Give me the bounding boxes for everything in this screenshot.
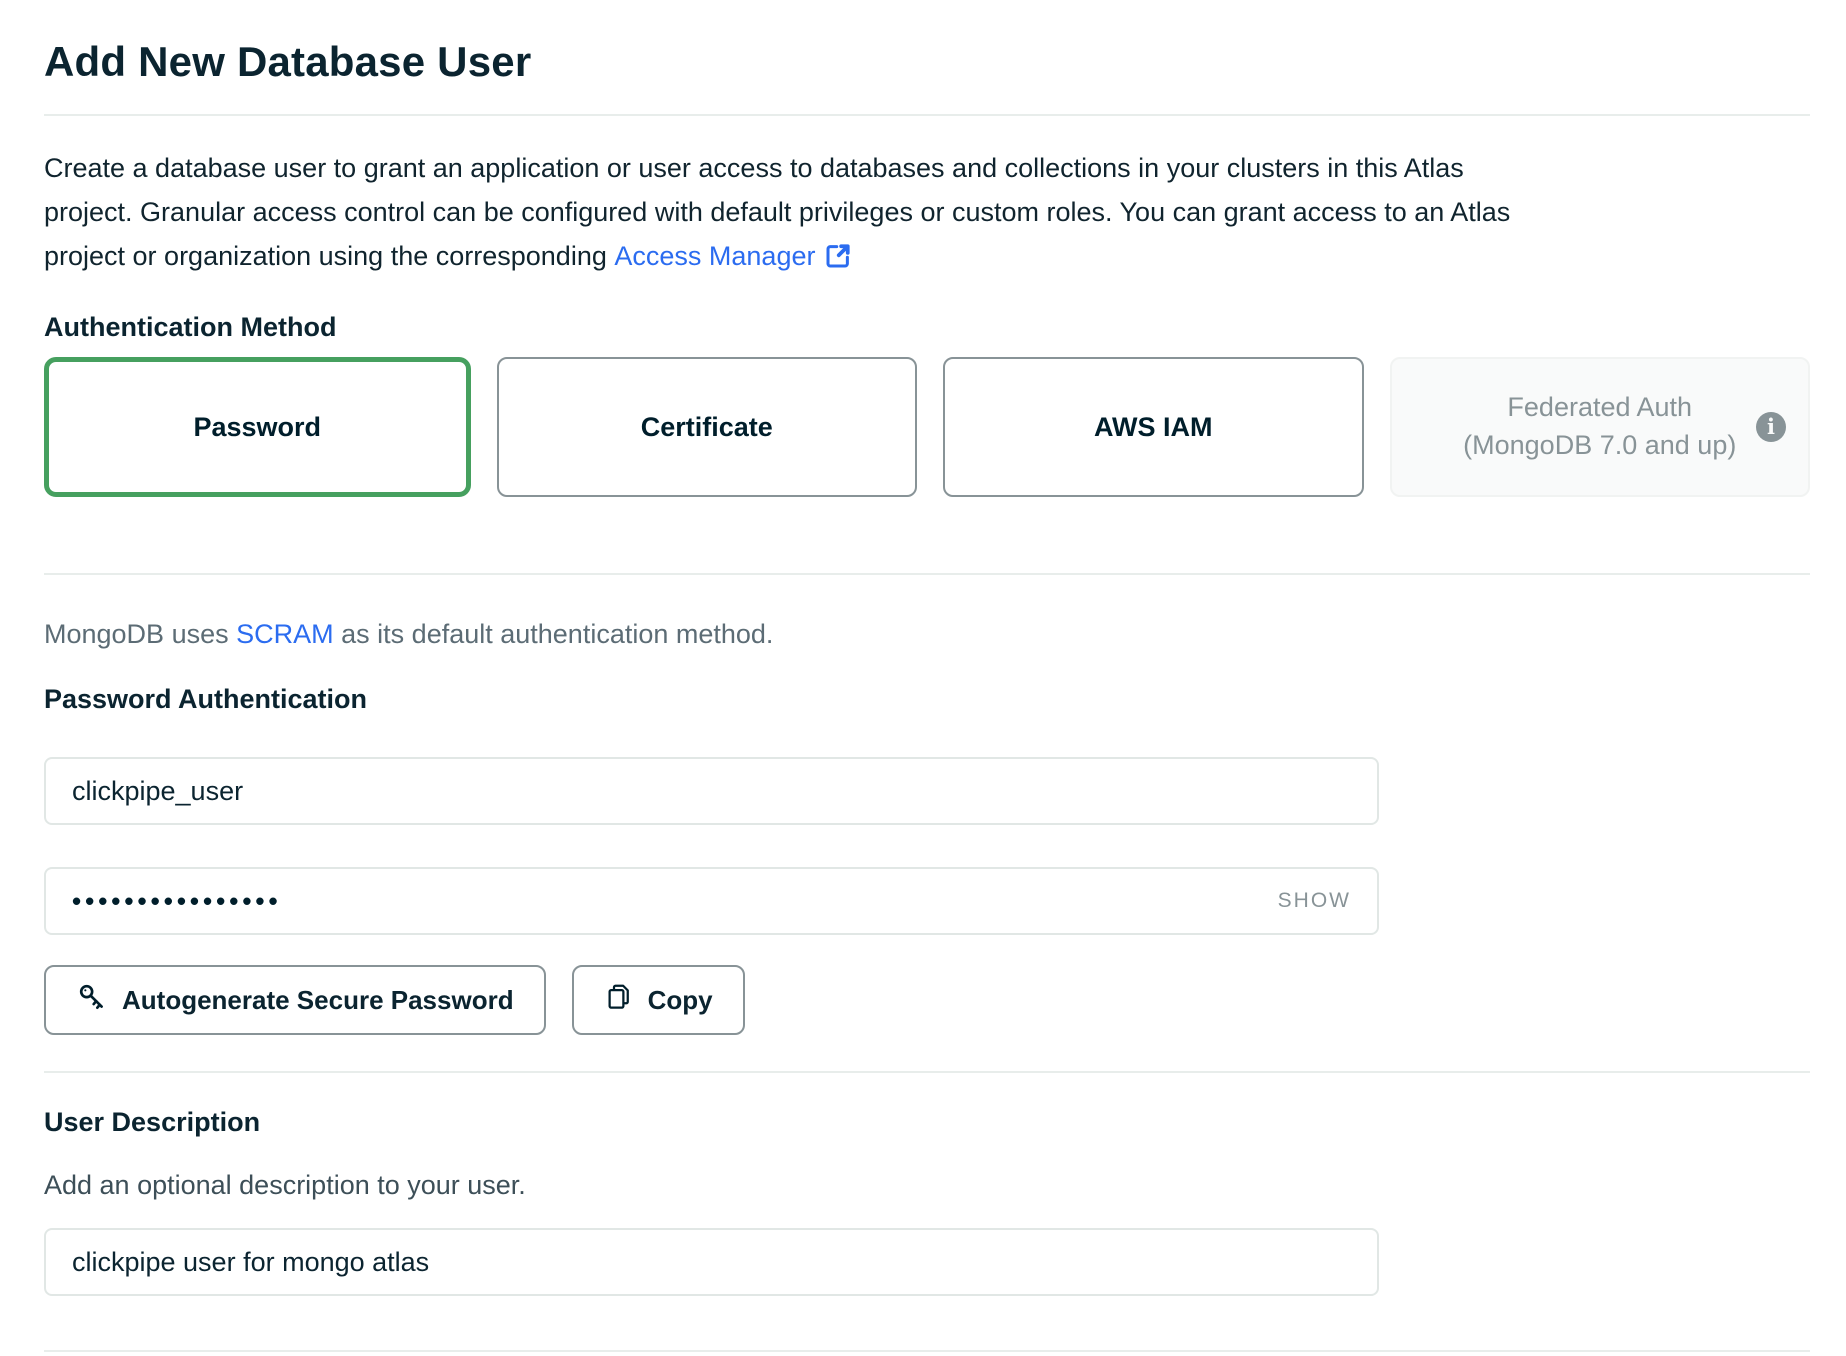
info-icon[interactable]: i xyxy=(1756,412,1786,442)
auth-option-federated-label-line1: Federated Auth xyxy=(1507,389,1692,427)
scram-note-after: as its default authentication method. xyxy=(341,619,773,649)
divider xyxy=(44,1071,1810,1073)
autogenerate-password-button[interactable]: Autogenerate Secure Password xyxy=(44,965,546,1035)
auth-option-aws-iam-label: AWS IAM xyxy=(1094,412,1213,443)
username-input[interactable]: clickpipe_user xyxy=(44,757,1379,825)
user-description-heading: User Description xyxy=(44,1107,1810,1138)
password-input[interactable]: •••••••••••••••• SHOW xyxy=(44,867,1379,935)
auth-option-aws-iam[interactable]: AWS IAM xyxy=(943,357,1364,497)
intro-line-2: project. Granular access control can be … xyxy=(44,190,1810,234)
autogenerate-password-label: Autogenerate Secure Password xyxy=(122,985,514,1016)
auth-method-options: Password Certificate AWS IAM Federated A… xyxy=(44,357,1810,497)
divider xyxy=(44,114,1810,116)
show-password-button[interactable]: SHOW xyxy=(1278,889,1351,913)
intro-line-1: Create a database user to grant an appli… xyxy=(44,146,1810,190)
scram-note-before: MongoDB uses xyxy=(44,619,229,649)
auth-option-certificate-label: Certificate xyxy=(641,412,773,443)
page-title: Add New Database User xyxy=(44,38,1810,86)
auth-option-federated-auth: Federated Auth (MongoDB 7.0 and up) i xyxy=(1390,357,1811,497)
password-auth-heading: Password Authentication xyxy=(44,684,1810,715)
add-database-user-form: Add New Database User Create a database … xyxy=(0,38,1846,1352)
auth-method-heading: Authentication Method xyxy=(44,312,1810,343)
scram-note: MongoDB uses SCRAM as its default authen… xyxy=(44,619,1810,650)
copy-button-label: Copy xyxy=(648,985,713,1016)
user-description-input[interactable]: clickpipe user for mongo atlas xyxy=(44,1228,1379,1296)
auth-option-federated-label-line2: (MongoDB 7.0 and up) xyxy=(1463,427,1736,465)
access-manager-link[interactable]: Access Manager xyxy=(614,234,815,278)
intro-line-3-text: project or organization using the corres… xyxy=(44,234,607,278)
password-masked-value: •••••••••••••••• xyxy=(72,886,282,917)
password-actions: Autogenerate Secure Password Copy xyxy=(44,965,1810,1035)
username-value: clickpipe_user xyxy=(72,776,243,807)
user-description-helper: Add an optional description to your user… xyxy=(44,1170,1810,1201)
divider xyxy=(44,1350,1810,1352)
user-description-value: clickpipe user for mongo atlas xyxy=(72,1247,429,1278)
auth-option-password[interactable]: Password xyxy=(44,357,471,497)
auth-option-certificate[interactable]: Certificate xyxy=(497,357,918,497)
external-link-icon xyxy=(823,241,853,271)
key-icon xyxy=(76,981,108,1020)
intro-line-3: project or organization using the corres… xyxy=(44,234,1810,278)
scram-link[interactable]: SCRAM xyxy=(236,619,334,649)
copy-icon xyxy=(604,982,634,1019)
intro-paragraph: Create a database user to grant an appli… xyxy=(44,146,1810,278)
copy-password-button[interactable]: Copy xyxy=(572,965,745,1035)
divider xyxy=(44,573,1810,575)
auth-option-password-label: Password xyxy=(193,412,321,443)
